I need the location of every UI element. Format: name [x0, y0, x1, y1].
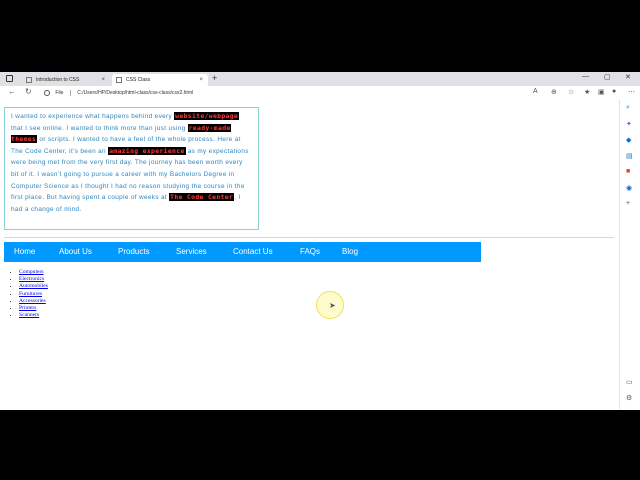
scheme-label: File — [55, 90, 64, 96]
list-link[interactable]: Printers — [19, 305, 36, 311]
maximize-button[interactable]: ▢ — [604, 73, 611, 81]
divider — [69, 89, 71, 96]
profile-icon[interactable]: ● — [612, 88, 616, 95]
menu-item-about-us[interactable]: About Us — [59, 242, 92, 262]
list-item: Computers — [19, 269, 48, 276]
paragraph-text: that I see online. I wanted to think mor… — [11, 124, 188, 132]
discover-icon[interactable]: ✦ — [626, 120, 632, 128]
collections-icon[interactable]: ▣ — [598, 88, 605, 96]
tab-introduction-to-css[interactable]: Introduction to CSS × — [22, 74, 110, 86]
list-item: Automobiles — [19, 283, 48, 290]
close-tab-icon[interactable]: × — [199, 74, 203, 86]
favorites-icon[interactable]: ★ — [584, 88, 590, 96]
product-list: Computers Electronics Automobiles Furnit… — [8, 269, 48, 319]
read-aloud-icon[interactable]: A — [533, 88, 538, 95]
more-icon[interactable]: ⋯ — [628, 88, 635, 96]
list-item: Furnitures — [19, 291, 48, 298]
bordered-paragraph: I wanted to experience what happens behi… — [4, 107, 259, 230]
favorite-star-icon[interactable]: ☆ — [568, 88, 574, 96]
horizontal-rule — [4, 237, 614, 238]
list-link[interactable]: Scanners — [19, 312, 39, 318]
tab-title: CSS Class — [126, 77, 151, 83]
menu-item-blog[interactable]: Blog — [342, 242, 358, 262]
tab-title: Introduction to CSS — [36, 77, 80, 83]
highlight-text: website/webpage — [174, 112, 240, 120]
list-link[interactable]: Automobiles — [19, 283, 48, 289]
list-link[interactable]: Furnitures — [19, 291, 42, 297]
highlight-text: The Code Center — [169, 193, 235, 202]
nav-menu: Home About Us Products Services Contact … — [4, 242, 481, 262]
shopping-icon[interactable]: ◆ — [626, 136, 631, 144]
refresh-icon[interactable]: ↻ — [25, 87, 32, 96]
page-icon — [26, 77, 32, 83]
page-icon — [116, 77, 122, 83]
outlook-icon[interactable]: ◉ — [626, 184, 632, 192]
mouse-pointer-icon: ➤ — [329, 301, 336, 310]
menu-item-faqs[interactable]: FAQs — [300, 242, 320, 262]
menu-item-home[interactable]: Home — [14, 242, 35, 262]
minimize-button[interactable]: — — [582, 73, 589, 80]
close-tab-icon[interactable]: × — [101, 74, 105, 86]
url-text: C:/Users/HP/Desktop/html-class/css-class… — [77, 90, 194, 96]
page-viewport: I wanted to experience what happens behi… — [0, 100, 618, 410]
info-icon[interactable] — [44, 89, 50, 96]
office-icon[interactable]: ■ — [626, 168, 630, 175]
edge-sidebar: ⌕ ✦ ◆ ▤ ■ ◉ + ▭ ⚙ — [619, 100, 640, 410]
tab-css-class[interactable]: CSS Class × — [112, 74, 208, 86]
new-tab-button[interactable]: + — [212, 73, 217, 83]
zoom-icon[interactable]: ⊕ — [551, 88, 557, 96]
tools-icon[interactable]: ▤ — [626, 152, 633, 160]
tab-bar: Introduction to CSS × CSS Class × + — ▢ … — [0, 72, 640, 86]
menu-item-services[interactable]: Services — [176, 242, 207, 262]
screen-icon[interactable]: ▭ — [626, 378, 633, 386]
browser-window: Introduction to CSS × CSS Class × + — ▢ … — [0, 72, 640, 410]
paragraph-text: I wanted to experience what happens behi… — [11, 113, 175, 120]
add-icon[interactable]: + — [626, 200, 630, 207]
tab-actions-icon[interactable] — [6, 75, 13, 82]
list-link[interactable]: Computers — [19, 269, 44, 275]
address-bar[interactable]: File C:/Users/HP/Desktop/html-class/css-… — [44, 88, 514, 98]
close-window-button[interactable]: ✕ — [625, 73, 631, 81]
list-item: Accessories — [19, 298, 48, 305]
list-item: Scanners — [19, 312, 48, 319]
menu-item-contact-us[interactable]: Contact Us — [233, 242, 273, 262]
list-link[interactable]: Electronics — [19, 276, 44, 282]
list-item: Electronics — [19, 276, 48, 283]
address-bar-row: ← ↻ File C:/Users/HP/Desktop/html-class/… — [0, 86, 640, 101]
settings-icon[interactable]: ⚙ — [626, 394, 632, 402]
list-link[interactable]: Accessories — [19, 298, 46, 304]
back-arrow-icon[interactable]: ← — [8, 87, 16, 96]
search-icon[interactable]: ⌕ — [626, 104, 630, 112]
highlight-text: amazing experience — [108, 146, 186, 155]
menu-item-products[interactable]: Products — [118, 242, 150, 262]
list-item: Printers — [19, 305, 48, 312]
